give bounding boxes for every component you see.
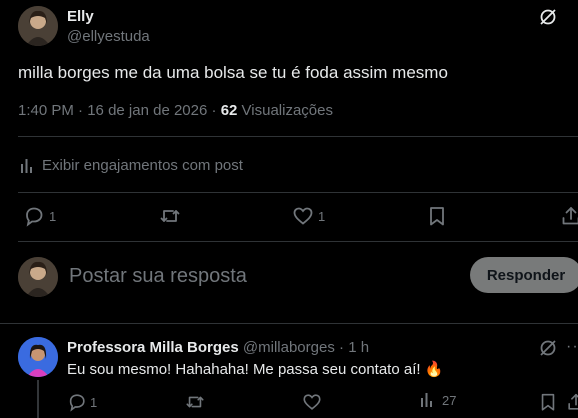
analytics-icon <box>20 158 36 174</box>
retweet-button[interactable] <box>159 205 181 227</box>
divider <box>0 323 578 324</box>
reply-views-count: 27 <box>442 392 457 408</box>
reply-time[interactable]: 1 h <box>348 339 369 356</box>
reply-like-button[interactable] <box>302 392 322 412</box>
view-engagements-label: Exibir engajamentos com post <box>42 157 243 174</box>
reply-views-button[interactable]: 27 <box>420 392 456 408</box>
divider <box>18 241 578 242</box>
more-icon[interactable]: ·· <box>566 338 578 356</box>
grok-icon[interactable] <box>538 7 558 27</box>
reply-input[interactable]: Postar sua resposta <box>69 265 247 288</box>
reply-text: Eu sou mesmo! Hahahaha! Me passa seu con… <box>67 360 443 378</box>
reply-button[interactable]: 1 <box>23 205 56 227</box>
like-button[interactable]: 1 <box>292 205 325 227</box>
reply-retweet-button[interactable] <box>185 392 205 412</box>
share-button[interactable] <box>560 205 578 227</box>
divider <box>18 192 578 193</box>
reply-text-content: Eu sou mesmo! Hahahaha! Me passa seu con… <box>67 361 421 378</box>
bookmark-icon <box>538 392 558 412</box>
views-icon <box>420 392 436 408</box>
author-handle[interactable]: @ellyestuda <box>67 28 150 45</box>
reply-bookmark-button[interactable] <box>538 392 558 412</box>
meta-separator: · <box>73 102 88 119</box>
retweet-icon <box>159 205 181 227</box>
reply-reply-button[interactable]: 1 <box>67 392 97 412</box>
reply-reply-count: 1 <box>90 394 98 410</box>
reply-author-name[interactable]: Professora Milla Borges <box>67 339 239 356</box>
tweet-text: milla borges me da uma bolsa se tu é fod… <box>18 63 448 82</box>
grok-icon[interactable] <box>538 338 558 358</box>
meta-separator: · <box>207 102 221 119</box>
submit-reply-button[interactable]: Responder <box>470 257 578 293</box>
views-label: Visualizações <box>241 102 333 119</box>
divider <box>18 136 578 137</box>
author-avatar[interactable] <box>18 6 58 46</box>
share-icon <box>566 392 578 412</box>
reply-author-handle[interactable]: @millaborges <box>243 339 335 356</box>
tweet-date[interactable]: 16 de jan de 2026 <box>87 102 207 119</box>
reply-count: 1 <box>49 208 57 224</box>
bookmark-icon <box>426 205 448 227</box>
like-count: 1 <box>318 208 326 224</box>
views-count: 62 <box>220 102 238 119</box>
thread-line <box>37 380 39 418</box>
reply-header: Professora Milla Borges @millaborges · 1… <box>67 339 369 356</box>
like-icon <box>302 392 322 412</box>
reply-author-avatar[interactable] <box>18 337 58 377</box>
tweet-time[interactable]: 1:40 PM <box>18 102 74 119</box>
reply-icon <box>67 392 87 412</box>
fire-emoji: 🔥 <box>424 361 444 378</box>
tweet-meta: 1:40 PM · 16 de jan de 2026 · 62 Visuali… <box>18 102 333 119</box>
reply-icon <box>23 205 45 227</box>
author-name[interactable]: Elly <box>67 8 94 25</box>
view-engagements-link[interactable]: Exibir engajamentos com post <box>20 157 243 174</box>
like-icon <box>292 205 314 227</box>
reply-share-button[interactable] <box>566 392 578 412</box>
share-icon <box>560 205 578 227</box>
retweet-icon <box>185 392 205 412</box>
bookmark-button[interactable] <box>426 205 448 227</box>
composer-avatar <box>18 257 58 297</box>
meta-separator: · <box>334 339 349 356</box>
